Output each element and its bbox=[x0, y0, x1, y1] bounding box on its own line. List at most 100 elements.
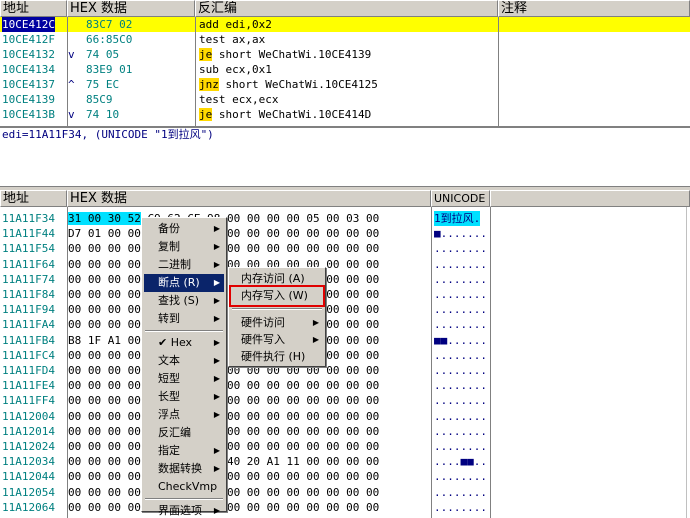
menu-item-label: 反汇编 bbox=[158, 426, 191, 439]
menu-item-label: 长型 bbox=[158, 390, 180, 403]
dump-header-address[interactable]: 地址 bbox=[0, 190, 67, 207]
disasm-header-disassembly[interactable]: 反汇编 bbox=[195, 0, 498, 17]
dump-header-unicode[interactable]: UNICODE bbox=[431, 190, 490, 207]
dump-row[interactable]: 11A11FA400 00 00 00 00 00 00 00 00 00 00… bbox=[0, 317, 690, 332]
submenu-arrow-icon: ▶ bbox=[213, 242, 220, 251]
submenu-item[interactable]: 内存写入 (W) bbox=[229, 285, 325, 307]
menu-item-label: 备份 bbox=[158, 222, 180, 235]
disasm-address: 10CE412F bbox=[2, 33, 55, 46]
dump-row[interactable]: 11A11FF4 00 00 00 00 00 00 00 00 00 00 00… bbox=[0, 393, 690, 408]
submenu-item[interactable]: 硬件访问 ▶ bbox=[231, 314, 323, 332]
menu-item-label: 二进制 bbox=[158, 258, 191, 271]
submenu-item[interactable]: 内存访问 (A) bbox=[231, 270, 323, 288]
dump-unicode: 1到拉风. bbox=[434, 211, 481, 226]
disasm-hex: 74 10 bbox=[86, 108, 120, 121]
dump-address: 11A12054 bbox=[2, 485, 55, 499]
menu-item[interactable]: 转到 ▶ bbox=[144, 310, 224, 328]
menu-item[interactable]: 长型 ▶ bbox=[144, 388, 224, 406]
dump-row[interactable]: 11A12064 00 00 00 00 00 00 00 00 00 00 00… bbox=[0, 500, 690, 515]
disasm-header-comment[interactable]: 注释 bbox=[498, 0, 690, 17]
jump-marker: v bbox=[68, 48, 75, 61]
submenu-arrow-icon: ▶ bbox=[213, 278, 220, 287]
dump-unicode: ........ bbox=[434, 440, 487, 453]
dump-address: 11A12064 bbox=[2, 500, 55, 514]
dump-row[interactable]: 11A12014 00 00 00 00 00 00 00 00 00 00 00… bbox=[0, 424, 690, 439]
jump-opcode: jnz bbox=[199, 78, 219, 91]
dump-address: 11A11F94 bbox=[2, 303, 55, 317]
disasm-header-hex[interactable]: HEX 数据 bbox=[67, 0, 195, 17]
menu-item[interactable]: 复制 ▶ bbox=[144, 238, 224, 256]
dump-row[interactable]: 11A12004 00 00 00 00 00 00 00 00 00 00 00… bbox=[0, 409, 690, 424]
dump-address: 11A12004 bbox=[2, 409, 55, 423]
dump-pane: 地址 HEX 数据 UNICODE 11A11F34 31 00 30 52 C9… bbox=[0, 190, 690, 518]
dump-row[interactable]: 11A12044 00 00 00 00 00 00 00 00 00 00 00… bbox=[0, 469, 690, 484]
disasm-row[interactable]: 10CE4132 v 74 05 je short WeChatWi.10CE4139 bbox=[0, 47, 690, 62]
info-pane: edi=11A11F34, (UNICODE "1到拉风") bbox=[0, 128, 690, 186]
dump-row[interactable]: 11A11F64 00 00 00 00 00 00 00 00 00 00 00… bbox=[0, 257, 690, 272]
disasm-instruction: je short WeChatWi.10CE4139 bbox=[199, 47, 371, 62]
submenu-item-label: 硬件写入 bbox=[241, 333, 285, 346]
menu-item[interactable]: 查找 (S) ▶ bbox=[144, 292, 224, 310]
dump-row[interactable]: 11A11FE4 00 00 00 00 00 00 00 00 00 00 00… bbox=[0, 378, 690, 393]
disasm-row[interactable]: 10CE4137 ^ 75 EC jnz short WeChatWi.10CE412… bbox=[0, 77, 690, 92]
dump-row[interactable]: 11A12054 00 00 00 00 00 00 00 00 00 00 00… bbox=[0, 485, 690, 500]
dump-address: 11A11FA4 bbox=[2, 318, 55, 332]
jump-marker bbox=[68, 17, 75, 32]
menu-item-label: 短型 bbox=[158, 372, 180, 385]
disasm-hex: 74 05 bbox=[86, 48, 120, 61]
disasm-address: 10CE4139 bbox=[2, 93, 55, 106]
dump-row[interactable]: 11A11F7400 00 00 00 00 00 00 00 00 00 00… bbox=[0, 272, 690, 287]
instruction-text: test ax,ax bbox=[199, 33, 266, 46]
dump-address: 11A11F74 bbox=[2, 272, 55, 286]
dump-unicode: ........ bbox=[434, 424, 487, 438]
dump-row[interactable]: 11A11FC400 00 00 00 00 00 00 00 00 00 00… bbox=[0, 348, 690, 363]
disasm-row[interactable]: 10CE412F 66:85C0 test ax,ax bbox=[0, 32, 690, 47]
menu-item[interactable]: 反汇编 bbox=[144, 424, 224, 442]
disasm-row[interactable]: 10CE412C 83C7 02 add edi,0x2 bbox=[0, 17, 690, 32]
menu-item[interactable]: 断点 (R) ▶ bbox=[144, 274, 224, 292]
menu-item-label: 查找 (S) bbox=[158, 294, 200, 307]
menu-item[interactable]: 浮点 ▶ bbox=[144, 406, 224, 424]
menu-item-label: 文本 bbox=[158, 354, 180, 367]
menu-item-label: 浮点 bbox=[158, 408, 180, 421]
dump-row[interactable]: 11A11F44 D7 01 00 00 00 00 00 00 00 00 00… bbox=[0, 226, 690, 241]
menu-item[interactable]: CheckVmp bbox=[144, 478, 224, 496]
jump-target: short WeChatWi.10CE414D bbox=[212, 108, 372, 121]
disasm-instruction: add edi,0x2 bbox=[199, 17, 272, 32]
disasm-header-address[interactable]: 地址 bbox=[0, 0, 67, 17]
dump-row[interactable]: 11A11F54 00 00 00 00 00 00 00 00 00 00 00… bbox=[0, 241, 690, 256]
menu-item[interactable]: 备份 ▶ bbox=[144, 220, 224, 238]
dump-unicode: ........ bbox=[434, 288, 487, 301]
menu-item[interactable]: 界面选项 ▶ bbox=[144, 502, 224, 518]
submenu-item-label: 硬件访问 bbox=[241, 316, 285, 329]
menu-item[interactable]: ✔ Hex ▶ bbox=[144, 334, 224, 352]
disasm-hex: 66:85C0 bbox=[86, 33, 133, 46]
disasm-instruction: sub ecx,0x1 bbox=[199, 62, 272, 77]
dump-header-blank bbox=[490, 190, 690, 207]
dump-row[interactable]: 11A11F34 31 00 30 52 C9 62 CE 98 00 00 00… bbox=[0, 211, 690, 226]
menu-item[interactable]: 短型 ▶ bbox=[144, 370, 224, 388]
disasm-row[interactable]: 10CE4139 85C9 test ecx,ecx bbox=[0, 92, 690, 107]
menu-item[interactable]: 数据转换 ▶ bbox=[144, 460, 224, 478]
menu-item-label: ✔ Hex bbox=[158, 336, 193, 349]
menu-separator bbox=[232, 308, 322, 310]
submenu-item[interactable]: 硬件写入 ▶ bbox=[231, 331, 323, 349]
dump-header-hex[interactable]: HEX 数据 bbox=[67, 190, 431, 207]
menu-item[interactable]: 指定 ▶ bbox=[144, 442, 224, 460]
dump-row[interactable]: 11A11FB4B8 1F A1 00 00 00 00 00 00 00 00… bbox=[0, 333, 690, 348]
dump-row[interactable]: 11A11F9400 00 00 00 00 00 00 00 00 00 00… bbox=[0, 302, 690, 317]
dump-row[interactable]: 11A12024 00 00 00 00 00 00 00 00 00 00 00… bbox=[0, 439, 690, 454]
menu-item-label: 复制 bbox=[158, 240, 180, 253]
disasm-row[interactable]: 10CE4134 83E9 01 sub ecx,0x1 bbox=[0, 62, 690, 77]
dump-address: 11A11F54 bbox=[2, 242, 55, 256]
disasm-hex: 75 EC bbox=[86, 78, 120, 91]
menu-item[interactable]: 文本 ▶ bbox=[144, 352, 224, 370]
submenu-item[interactable]: 硬件执行 (H) bbox=[231, 348, 323, 366]
disasm-row[interactable]: 10CE413B v 74 10 je short WeChatWi.10CE414D bbox=[0, 107, 690, 122]
menu-item[interactable]: 二进制 ▶ bbox=[144, 256, 224, 274]
submenu-arrow-icon: ▶ bbox=[213, 374, 220, 383]
submenu-arrow-icon: ▶ bbox=[213, 224, 220, 233]
dump-row[interactable]: 11A11FD4 00 00 00 00 00 00 00 00 00 00 00… bbox=[0, 363, 690, 378]
dump-row[interactable]: 11A1203400 00 00 00 00 00 00 00 40 20 A1… bbox=[0, 454, 690, 469]
dump-row[interactable]: 11A11F8400 00 00 00 00 00 00 00 00 00 00… bbox=[0, 287, 690, 302]
